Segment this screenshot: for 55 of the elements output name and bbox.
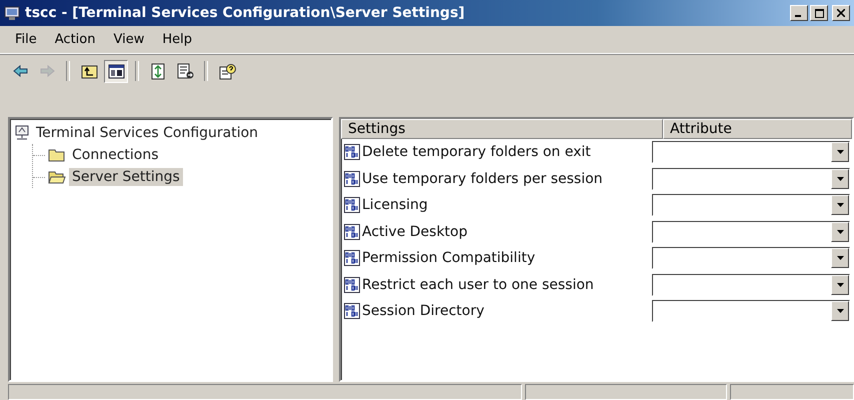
- folder-icon: [48, 148, 66, 162]
- setting-name[interactable]: Permission Compatibility: [362, 250, 536, 266]
- minimize-button[interactable]: [790, 5, 808, 21]
- column-header[interactable]: Attribute: [663, 119, 852, 139]
- tree-item[interactable]: Terminal Services Configuration: [33, 124, 262, 142]
- pane-toggle-icon: [108, 62, 124, 80]
- dropdown-arrow-icon: [836, 256, 844, 260]
- back-arrow-icon: [12, 62, 28, 80]
- dropdown-arrow-icon: [836, 203, 844, 208]
- menu-item[interactable]: Action: [48, 30, 102, 49]
- binary-setting-icon: [344, 170, 360, 187]
- attribute-dropdown[interactable]: [652, 141, 850, 164]
- binary-setting-icon: [344, 276, 360, 293]
- binary-setting-icon: [344, 250, 360, 266]
- dropdown-arrow-icon: [836, 150, 844, 154]
- menu-item[interactable]: File: [8, 30, 44, 49]
- attribute-dropdown[interactable]: [652, 220, 850, 243]
- folder-up-icon: [80, 62, 98, 80]
- console-icon: [4, 5, 20, 21]
- dropdown-arrow-icon: [836, 230, 844, 234]
- open-folder-icon: [48, 170, 66, 184]
- dropdown-arrow-icon: [836, 309, 844, 314]
- export-list-icon: [176, 62, 194, 80]
- setting-name[interactable]: Restrict each user to one session: [362, 276, 594, 293]
- binary-setting-icon: [344, 197, 360, 214]
- menu-item[interactable]: View: [106, 30, 152, 49]
- dropdown-arrow-icon: [836, 282, 844, 287]
- close-button[interactable]: [832, 5, 850, 21]
- binary-setting-icon: [344, 144, 360, 160]
- setting-name[interactable]: Active Desktop: [362, 224, 468, 240]
- setting-name[interactable]: Delete temporary folders on exit: [362, 144, 591, 160]
- setting-name[interactable]: Licensing: [362, 197, 428, 214]
- tree-item[interactable]: Connections: [69, 146, 162, 164]
- binary-setting-icon: [344, 303, 360, 320]
- forward-arrow-icon: [38, 62, 56, 80]
- toolbar-button[interactable]: [104, 60, 128, 82]
- dropdown-arrow-icon: [836, 176, 844, 181]
- binary-setting-icon: [344, 224, 360, 240]
- maximize-icon: [814, 8, 824, 18]
- attribute-dropdown[interactable]: [652, 300, 850, 322]
- computer-icon: [14, 125, 30, 141]
- menu-item[interactable]: Help: [155, 30, 199, 49]
- refresh-icon: [150, 62, 166, 80]
- attribute-dropdown[interactable]: [652, 168, 850, 190]
- attribute-dropdown[interactable]: [652, 274, 850, 296]
- tree-item[interactable]: Server Settings: [69, 168, 183, 186]
- column-header[interactable]: Settings: [341, 119, 663, 139]
- help-icon: [218, 62, 236, 80]
- maximize-button[interactable]: [810, 5, 828, 21]
- setting-name[interactable]: Use temporary folders per session: [362, 170, 603, 187]
- window-title: tscc - [Terminal Services Configuration\Server Settings]: [25, 5, 466, 21]
- attribute-dropdown[interactable]: [652, 194, 850, 216]
- close-icon: [837, 9, 845, 17]
- attribute-dropdown[interactable]: [652, 247, 850, 270]
- setting-name[interactable]: Session Directory: [362, 303, 484, 320]
